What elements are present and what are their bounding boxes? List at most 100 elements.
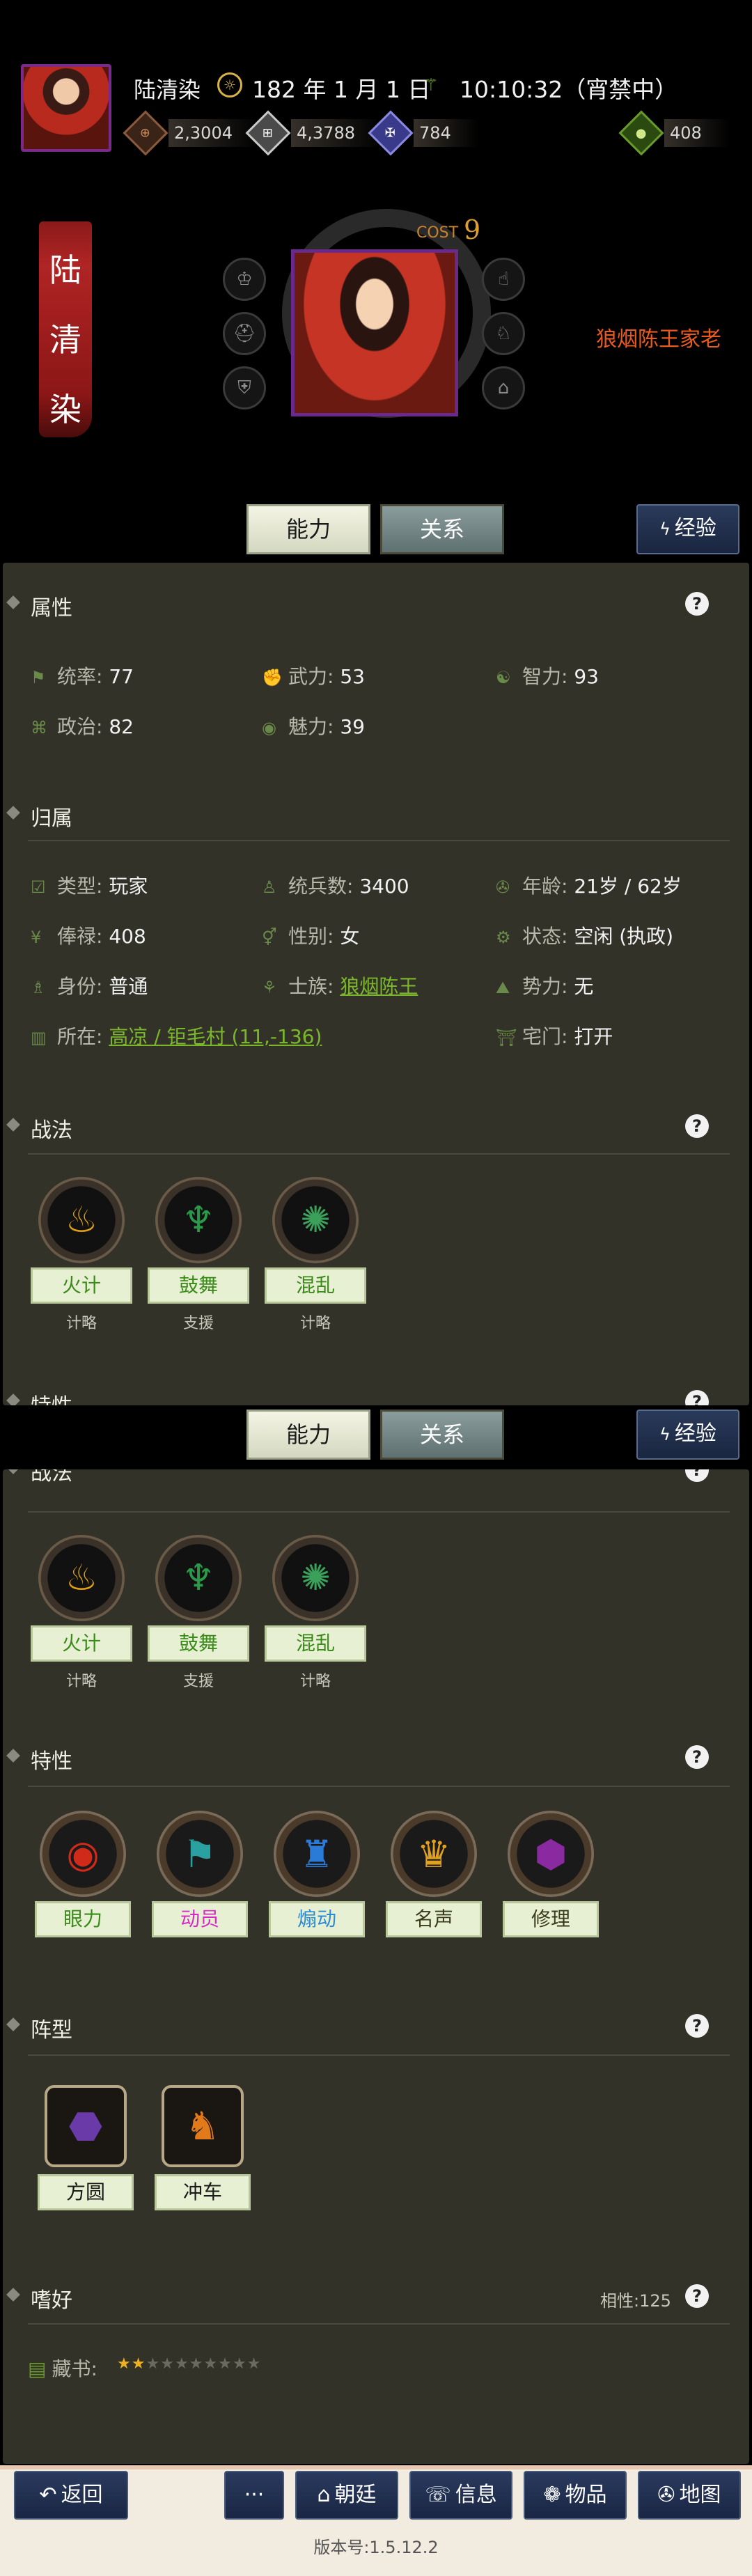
banner-icon: ⚑: [157, 1811, 243, 1897]
tower-icon: ♜: [274, 1811, 360, 1897]
tactic-chaos[interactable]: ✺ 混乱 计略: [265, 1535, 366, 1691]
star-filled-icon: ★: [131, 2355, 146, 2373]
crown-slot-icon[interactable]: ♔: [223, 258, 266, 301]
info-salary: ¥ 俸禄: 408: [31, 925, 146, 948]
gender-icon: ⚥: [262, 928, 277, 947]
attr-politics: ⌘ 政治: 82: [31, 715, 134, 738]
trait-incite[interactable]: ♜ 煽动: [269, 1811, 365, 1937]
attr-force: ✊ 武力: 53: [262, 665, 365, 688]
divider: [28, 1786, 730, 1787]
exp-button[interactable]: ϟ 经验: [636, 504, 739, 554]
fire-icon: ♨: [38, 1535, 125, 1621]
info-status: ⚙ 状态: 空闲 (执政): [496, 925, 674, 948]
star-empty-icon: ★: [203, 2355, 219, 2373]
tactic-fire[interactable]: ♨ 火计 计略: [31, 1177, 132, 1333]
resource-token: ✠ 784: [368, 110, 479, 156]
game-date: 182 年 1 月 1 日: [252, 76, 431, 103]
scholar-hat-slot-icon[interactable]: ⌂: [482, 366, 525, 409]
tab-relation[interactable]: 关系: [380, 1410, 504, 1460]
resource-jade: ● 408: [618, 110, 730, 156]
help-icon[interactable]: ?: [685, 1745, 709, 1769]
cost-label: COST: [416, 224, 459, 242]
exp-button[interactable]: ϟ 经验: [636, 1410, 739, 1460]
help-icon[interactable]: ?: [685, 1390, 709, 1405]
person-icon: ♗: [31, 978, 46, 997]
clock-dragon-icon: ⚚: [423, 75, 439, 95]
star-empty-icon: ★: [174, 2355, 189, 2373]
brain-icon: ☯: [496, 668, 511, 687]
token-icon: ✠: [368, 110, 414, 156]
section-title-tactics-partial: 战法: [31, 1469, 72, 1486]
help-icon[interactable]: ?: [685, 1114, 709, 1138]
fist-icon: ✊: [262, 668, 283, 687]
items-button[interactable]: ❁ 物品: [524, 2471, 627, 2520]
family-title: 狼烟陈王家老: [596, 327, 721, 352]
info-clan: ⚘ 士族: 狼烟陈王: [262, 975, 418, 998]
items-icon: ❁: [543, 2483, 561, 2507]
star-empty-icon: ★: [232, 2355, 247, 2373]
hex-icon: ⬢: [508, 1811, 594, 1897]
divider: [28, 840, 730, 841]
banner-char-2: 清: [49, 321, 81, 359]
ability-panel[interactable]: 属性 ? ⚑ 统率: 77 ✊ 武力: 53 ☯ 智力: 93 ⌘ 政治: 82 ◉ 魅力…: [3, 563, 749, 1405]
swirl-icon: ✺: [272, 1535, 359, 1621]
help-icon[interactable]: ?: [685, 2014, 709, 2038]
info-identity: ♗ 身份: 普通: [31, 975, 148, 998]
tab-ability[interactable]: 能力: [246, 1410, 370, 1460]
clan-icon: ⚘: [262, 978, 277, 997]
court-button[interactable]: ⌂ 朝廷: [295, 2471, 398, 2520]
back-button[interactable]: ↶ 返回: [14, 2471, 128, 2520]
hobby-star-rating: ★★★★★★★★★★: [117, 2355, 261, 2373]
info-troops: ♙ 统兵数: 3400: [262, 875, 409, 898]
tactic-inspire[interactable]: ♆ 鼓舞 支援: [148, 1177, 249, 1333]
armor-slot-icon[interactable]: ⛨: [223, 366, 266, 409]
help-icon[interactable]: ?: [685, 592, 709, 616]
tactic-inspire[interactable]: ♆ 鼓舞 支援: [148, 1535, 249, 1691]
back-arrow-icon: ↶: [39, 2483, 57, 2507]
character-portrait: [291, 249, 458, 416]
tactic-chaos[interactable]: ✺ 混乱 计略: [265, 1177, 366, 1333]
trait-fame[interactable]: ♛ 名声: [386, 1811, 482, 1937]
chart-icon: ▥: [31, 1028, 47, 1047]
ability-panel-scrolled[interactable]: 战法 ? ♨ 火计 计略 ♆ 鼓舞 支援 ✺ 混乱 计略 特性 ? ◉ 眼力 ⚑…: [3, 1469, 749, 2464]
help-icon[interactable]: ?: [685, 1469, 709, 1482]
attr-intelligence: ☯ 智力: 93: [496, 665, 599, 688]
clan-link[interactable]: 狼烟陈王: [340, 975, 418, 998]
info-button[interactable]: ☏ 信息: [409, 2471, 512, 2520]
hand-slot-icon[interactable]: ☝: [482, 258, 525, 301]
helmet-slot-icon[interactable]: ⛑: [223, 312, 266, 355]
exp-button-label: 经验: [674, 1421, 716, 1446]
horse-slot-icon[interactable]: ♘: [482, 312, 525, 355]
drum-icon: ♆: [155, 1535, 242, 1621]
tab-ability[interactable]: 能力: [246, 504, 370, 554]
section-title-traits-partial: 特性: [31, 1389, 72, 1405]
tab-relation[interactable]: 关系: [380, 504, 504, 554]
help-icon[interactable]: ?: [685, 2284, 709, 2308]
fire-icon: ♨: [38, 1177, 125, 1263]
turtle-shell-icon: ⬣: [45, 2085, 127, 2167]
resource-silver: ⊞ 4,3788: [245, 110, 383, 156]
player-avatar[interactable]: [21, 64, 111, 152]
resource-bronze: ⊕ 2,3004: [123, 110, 260, 156]
location-link[interactable]: 高凉 / 钜毛村 (11,-136): [109, 1025, 322, 1048]
jade-icon: ●: [618, 110, 664, 156]
map-icon: ✇: [657, 2483, 675, 2507]
formation-battering-ram[interactable]: ♞ 冲车: [155, 2085, 251, 2210]
age-icon: ✇: [496, 877, 510, 897]
section-title-hobby: 嗜好: [31, 2283, 72, 2313]
trait-repair[interactable]: ⬢ 修理: [503, 1811, 599, 1937]
check-icon: ☑: [31, 877, 46, 897]
star-empty-icon: ★: [146, 2355, 161, 2373]
trait-mobilize[interactable]: ⚑ 动员: [152, 1811, 248, 1937]
tactic-fire[interactable]: ♨ 火计 计略: [31, 1535, 132, 1691]
divider: [28, 2054, 730, 2056]
flag-icon: ⚑: [31, 668, 46, 687]
hobby-books: ▤ 藏书:: [28, 2357, 97, 2380]
formation-square-round[interactable]: ⬣ 方圆: [38, 2085, 134, 2210]
info-faction: ⛰ 势力: 无: [496, 975, 594, 998]
more-button[interactable]: ···: [224, 2471, 284, 2520]
section-title-formation: 阵型: [31, 2013, 72, 2043]
trait-insight[interactable]: ◉ 眼力: [35, 1811, 131, 1937]
exp-button-label: 经验: [674, 516, 716, 540]
map-button[interactable]: ✇ 地图: [638, 2471, 741, 2520]
